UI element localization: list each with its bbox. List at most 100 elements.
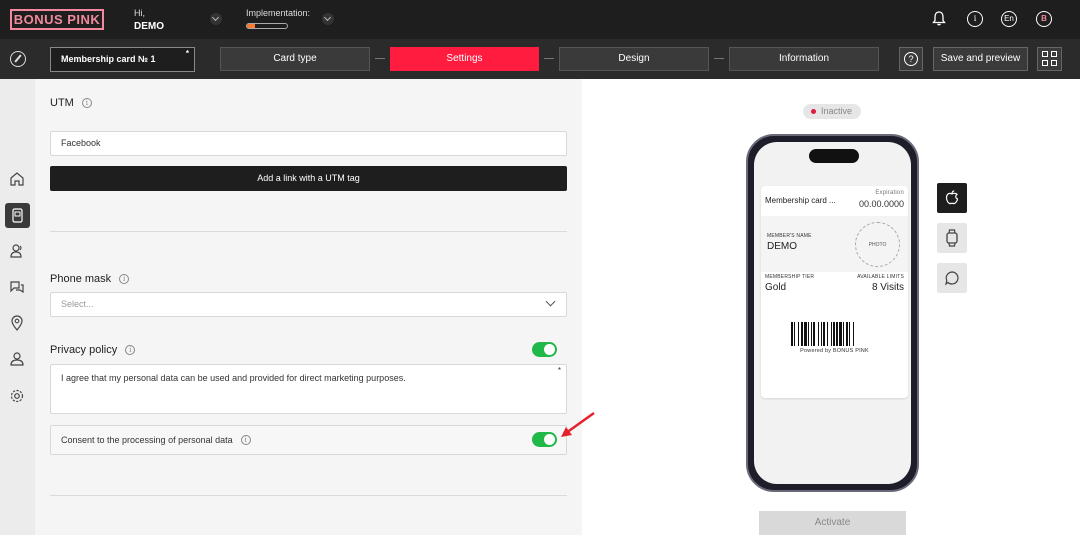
card-name-value: Membership card № 1	[61, 54, 156, 64]
home-icon[interactable]	[9, 171, 25, 187]
pass-member-section: MEMBER'S NAME DEMO PHOTO	[761, 216, 908, 272]
privacy-policy-text: I agree that my personal data can be use…	[61, 373, 406, 383]
edit-pencil-icon[interactable]	[10, 51, 26, 67]
annotation-arrow-icon	[561, 411, 595, 437]
privacy-policy-info-icon[interactable]: i	[125, 345, 136, 355]
info-icon[interactable]: i	[967, 11, 983, 27]
language-switch[interactable]: En	[1001, 11, 1017, 27]
apple-wallet-button[interactable]	[937, 183, 967, 213]
chat-icon	[945, 271, 959, 286]
implementation-chevron-icon[interactable]	[322, 13, 334, 25]
powered-by-text: Powered by BONUS PINK	[800, 348, 869, 354]
activate-button[interactable]: Activate	[759, 511, 906, 535]
step-separator	[375, 58, 385, 59]
expiration-label: Expiration	[875, 190, 904, 196]
sidebar	[0, 79, 35, 535]
account-avatar[interactable]: B	[1036, 11, 1052, 27]
barcode-bar	[839, 322, 842, 346]
barcode-bar	[794, 322, 795, 346]
phone-mask-title: Phone mask	[50, 273, 112, 285]
phone-mask-select[interactable]: Select...	[50, 292, 567, 317]
privacy-policy-textarea[interactable]: I agree that my personal data can be use…	[50, 364, 567, 414]
phone-notch	[809, 149, 859, 163]
barcode-bar	[804, 322, 807, 346]
member-name-value: DEMO	[767, 241, 797, 252]
watch-preview-button[interactable]	[937, 223, 967, 253]
required-mark: *	[185, 49, 189, 58]
messages-icon[interactable]	[9, 279, 25, 295]
barcode-bar	[843, 322, 844, 346]
tab-card-type[interactable]: Card type	[220, 47, 370, 71]
phone-preview: Membership card ... Expiration 00.00.000…	[746, 134, 919, 492]
editor-toolbar: Membership card № 1 * Card type Settings…	[0, 39, 1080, 79]
barcode-bar	[846, 322, 848, 346]
pass-header: Membership card ... Expiration 00.00.000…	[761, 186, 908, 216]
tab-design[interactable]: Design	[559, 47, 709, 71]
cards-nav-button[interactable]	[5, 203, 30, 228]
limits-label: AVAILABLE LIMITS	[857, 274, 904, 280]
pass-title: Membership card ...	[765, 196, 836, 205]
qr-code-button[interactable]	[1037, 47, 1062, 71]
user-greeting[interactable]: Hi, DEMO	[134, 8, 164, 32]
add-utm-link-button[interactable]: Add a link with a UTM tag	[50, 166, 567, 191]
user-name: DEMO	[134, 21, 164, 32]
location-icon[interactable]	[9, 315, 25, 331]
bonus-pink-logo[interactable]: BONUS PINK	[10, 9, 104, 30]
tier-label: MEMBERSHIP TIER	[765, 274, 815, 280]
utm-info-icon[interactable]: i	[81, 98, 92, 108]
barcode-bar	[849, 322, 850, 346]
barcode-bar	[801, 322, 803, 346]
consent-label: Consent to the processing of personal da…	[61, 435, 233, 445]
member-name-label: MEMBER'S NAME	[767, 233, 812, 239]
barcode-bar	[798, 322, 799, 346]
wallet-pass: Membership card ... Expiration 00.00.000…	[761, 186, 908, 398]
barcode-bar	[813, 322, 815, 346]
tab-settings[interactable]: Settings	[390, 47, 539, 71]
help-button[interactable]: ?	[899, 47, 923, 71]
barcode-bar	[823, 322, 825, 346]
implementation-progress-bar	[246, 23, 288, 29]
utm-input[interactable]: Facebook	[50, 131, 567, 156]
step-separator	[544, 58, 554, 59]
barcode-bar	[818, 322, 819, 346]
card-name-field[interactable]: Membership card № 1 *	[50, 47, 195, 72]
profile-icon[interactable]	[9, 351, 25, 367]
implementation-progress[interactable]: Implementation:	[246, 8, 310, 29]
clients-icon[interactable]	[9, 243, 25, 259]
implementation-progress-fill	[247, 24, 255, 28]
tier-value: Gold	[765, 282, 787, 293]
privacy-policy-toggle[interactable]	[532, 342, 557, 357]
top-bar: BONUS PINK Hi, DEMO Implementation: i En…	[0, 0, 1080, 39]
tab-information[interactable]: Information	[729, 47, 879, 71]
message-preview-button[interactable]	[937, 263, 967, 293]
barcode-bar	[831, 322, 832, 346]
phone-mask-info-icon[interactable]: i	[119, 274, 130, 284]
chevron-down-icon	[545, 296, 556, 307]
privacy-policy-section-title: Privacy policy i	[50, 344, 136, 356]
save-and-preview-button[interactable]: Save and preview	[933, 47, 1028, 71]
expiration-value: 00.00.0000	[858, 199, 904, 209]
phone-mask-section-title: Phone mask i	[50, 273, 130, 285]
required-mark: *	[557, 366, 561, 375]
utm-title: UTM	[50, 97, 74, 109]
greeting-text: Hi,	[134, 8, 145, 18]
user-menu-chevron-icon[interactable]	[210, 13, 222, 25]
consent-toggle[interactable]	[532, 432, 557, 447]
settings-gear-icon[interactable]	[9, 388, 25, 404]
barcode-bar	[853, 322, 854, 346]
consent-row: Consent to the processing of personal da…	[50, 425, 567, 455]
utm-section-title: UTM i	[50, 97, 92, 109]
barcode-bar	[821, 322, 822, 346]
barcode-bar	[791, 322, 793, 346]
barcode-bar	[833, 322, 835, 346]
settings-panel: UTM i Facebook Add a link with a UTM tag …	[35, 79, 582, 535]
section-divider	[50, 231, 567, 232]
limits-value: 8 Visits	[871, 282, 904, 293]
bell-icon[interactable]	[932, 11, 946, 26]
barcode-image	[791, 322, 854, 346]
barcode-bar	[808, 322, 809, 346]
implementation-label: Implementation:	[246, 8, 311, 18]
consent-info-icon[interactable]: i	[240, 435, 251, 445]
barcode-bar	[811, 322, 812, 346]
phone-mask-placeholder: Select...	[61, 299, 94, 309]
